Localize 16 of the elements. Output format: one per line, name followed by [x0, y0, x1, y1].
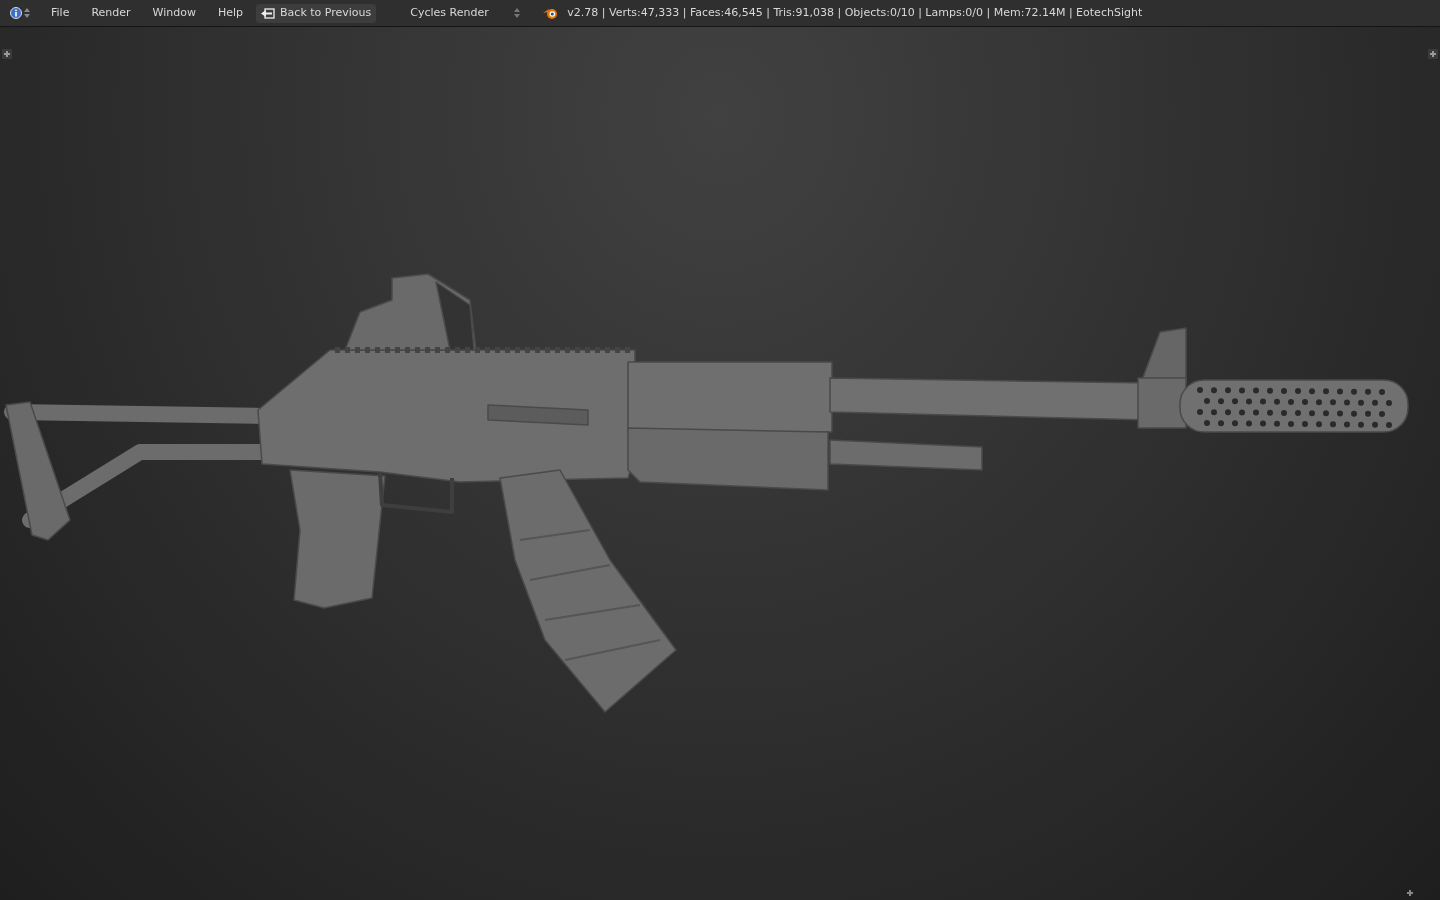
blender-logo-icon	[542, 6, 559, 20]
editor-type-selector[interactable]	[10, 7, 30, 19]
back-to-previous-button[interactable]: Back to Previous	[256, 3, 377, 23]
back-icon	[261, 7, 276, 19]
scene-statistics: v2.78 | Verts:47,333 | Faces:46,545 | Tris:91,038 | Objects:0/10 | Lamps:0/0 | Mem:72.14M | EotechSight	[567, 4, 1143, 21]
render-engine-dropdown[interactable]: Cycles Render	[410, 4, 521, 22]
up-down-arrows-icon	[24, 7, 30, 19]
menu-item[interactable]: File	[42, 4, 79, 22]
corner-widget-icon[interactable]	[2, 49, 12, 59]
corner-widget-icon[interactable]	[1428, 49, 1438, 59]
corner-widget-icon[interactable]	[1405, 888, 1415, 898]
menu-item[interactable]: Help	[208, 4, 253, 22]
menu-item[interactable]: Window	[143, 4, 205, 22]
menu-item[interactable]: Render	[82, 4, 140, 22]
info-icon	[10, 7, 22, 19]
up-down-arrows-icon	[514, 7, 521, 19]
